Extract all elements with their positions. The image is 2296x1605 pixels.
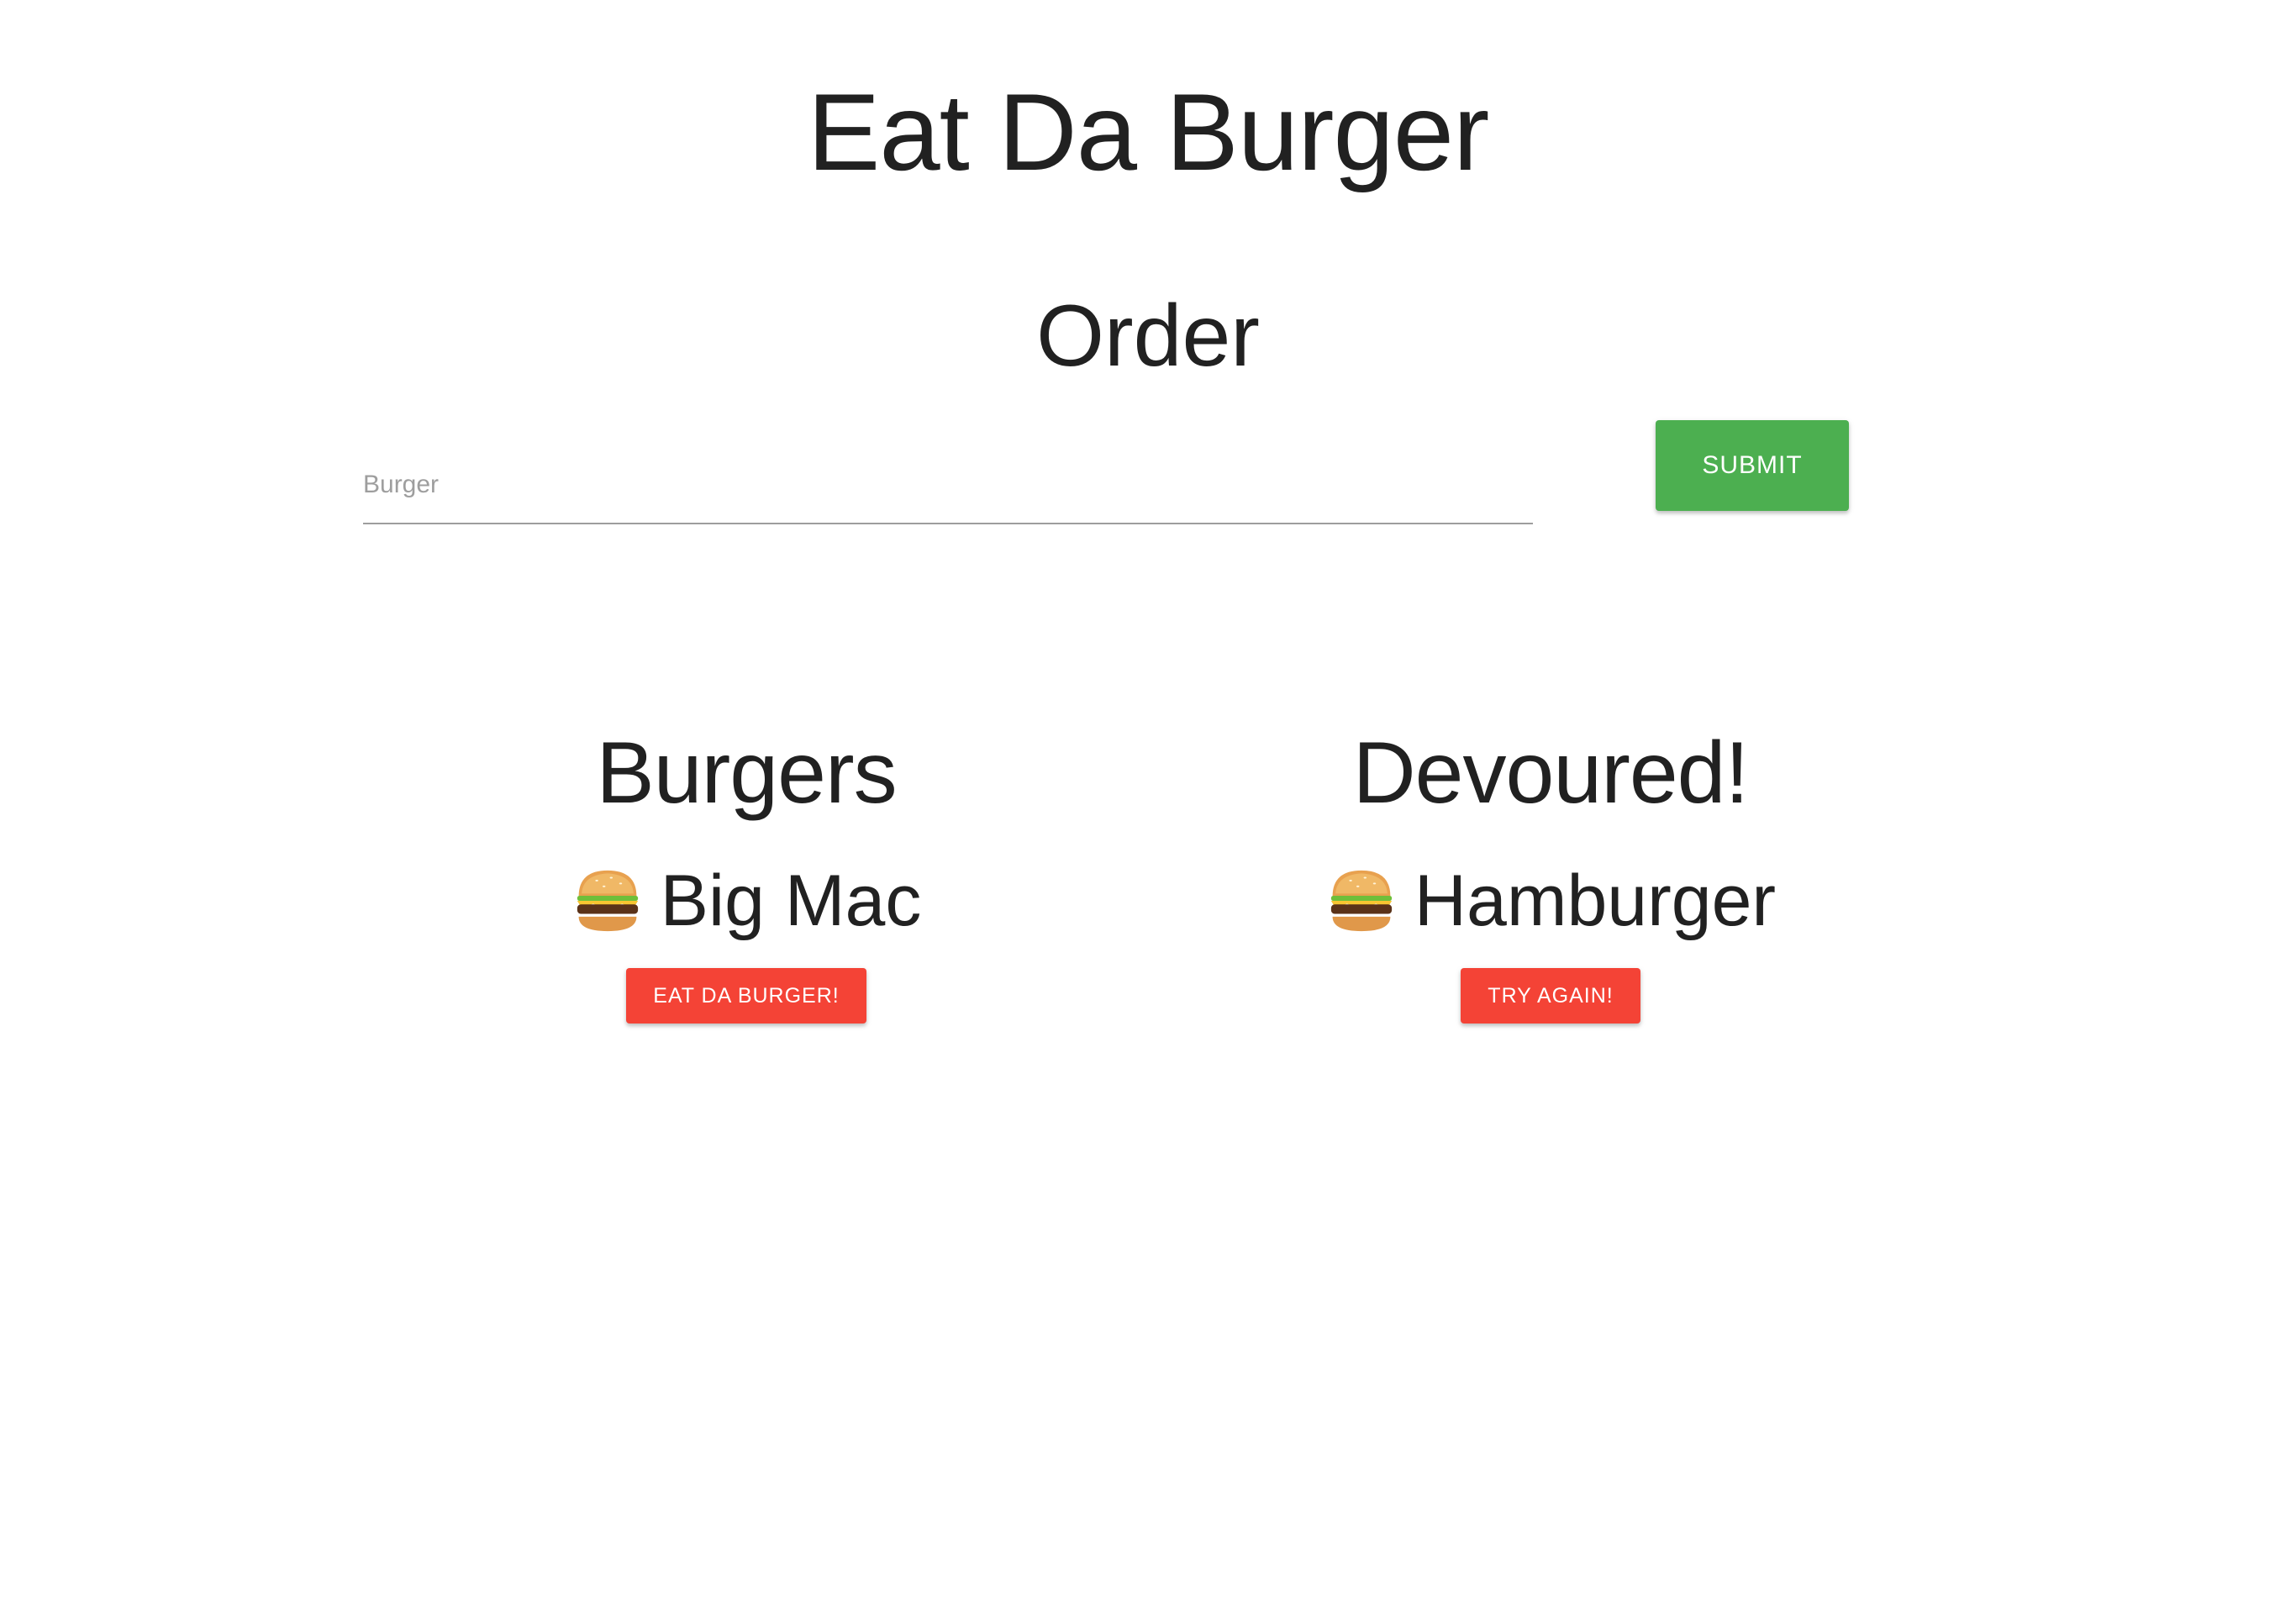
page-title: Eat Da Burger	[807, 71, 1490, 193]
order-form: SUBMIT	[363, 420, 1859, 538]
try-again-button[interactable]: TRY AGAIN!	[1461, 968, 1640, 1024]
list-item: Big Mac EAT DA BURGER!	[368, 859, 1124, 1024]
list-item: Hamburger TRY AGAIN!	[1172, 859, 1929, 1024]
burgers-heading: Burgers	[596, 724, 897, 822]
burgers-column: Burgers Big Mac EAT DA BURGER!	[368, 723, 1124, 1024]
devoured-heading: Devoured!	[1352, 724, 1750, 822]
eat-burger-button[interactable]: EAT DA BURGER!	[626, 968, 866, 1024]
burger-name: Hamburger	[1414, 860, 1777, 941]
page: Eat Da Burger Order SUBMIT Burgers	[0, 0, 2296, 1605]
hamburger-icon	[1325, 865, 1398, 937]
burger-name-input[interactable]	[363, 447, 1533, 524]
burger-name: Big Mac	[660, 860, 922, 941]
order-heading: Order	[1036, 287, 1260, 385]
submit-button[interactable]: SUBMIT	[1656, 420, 1849, 511]
burger-name-row: Big Mac	[571, 859, 922, 943]
hamburger-icon	[571, 865, 644, 937]
burger-name-row: Hamburger	[1325, 859, 1776, 943]
devoured-column: Devoured! Hamburger TRY AGAIN!	[1172, 723, 1929, 1024]
